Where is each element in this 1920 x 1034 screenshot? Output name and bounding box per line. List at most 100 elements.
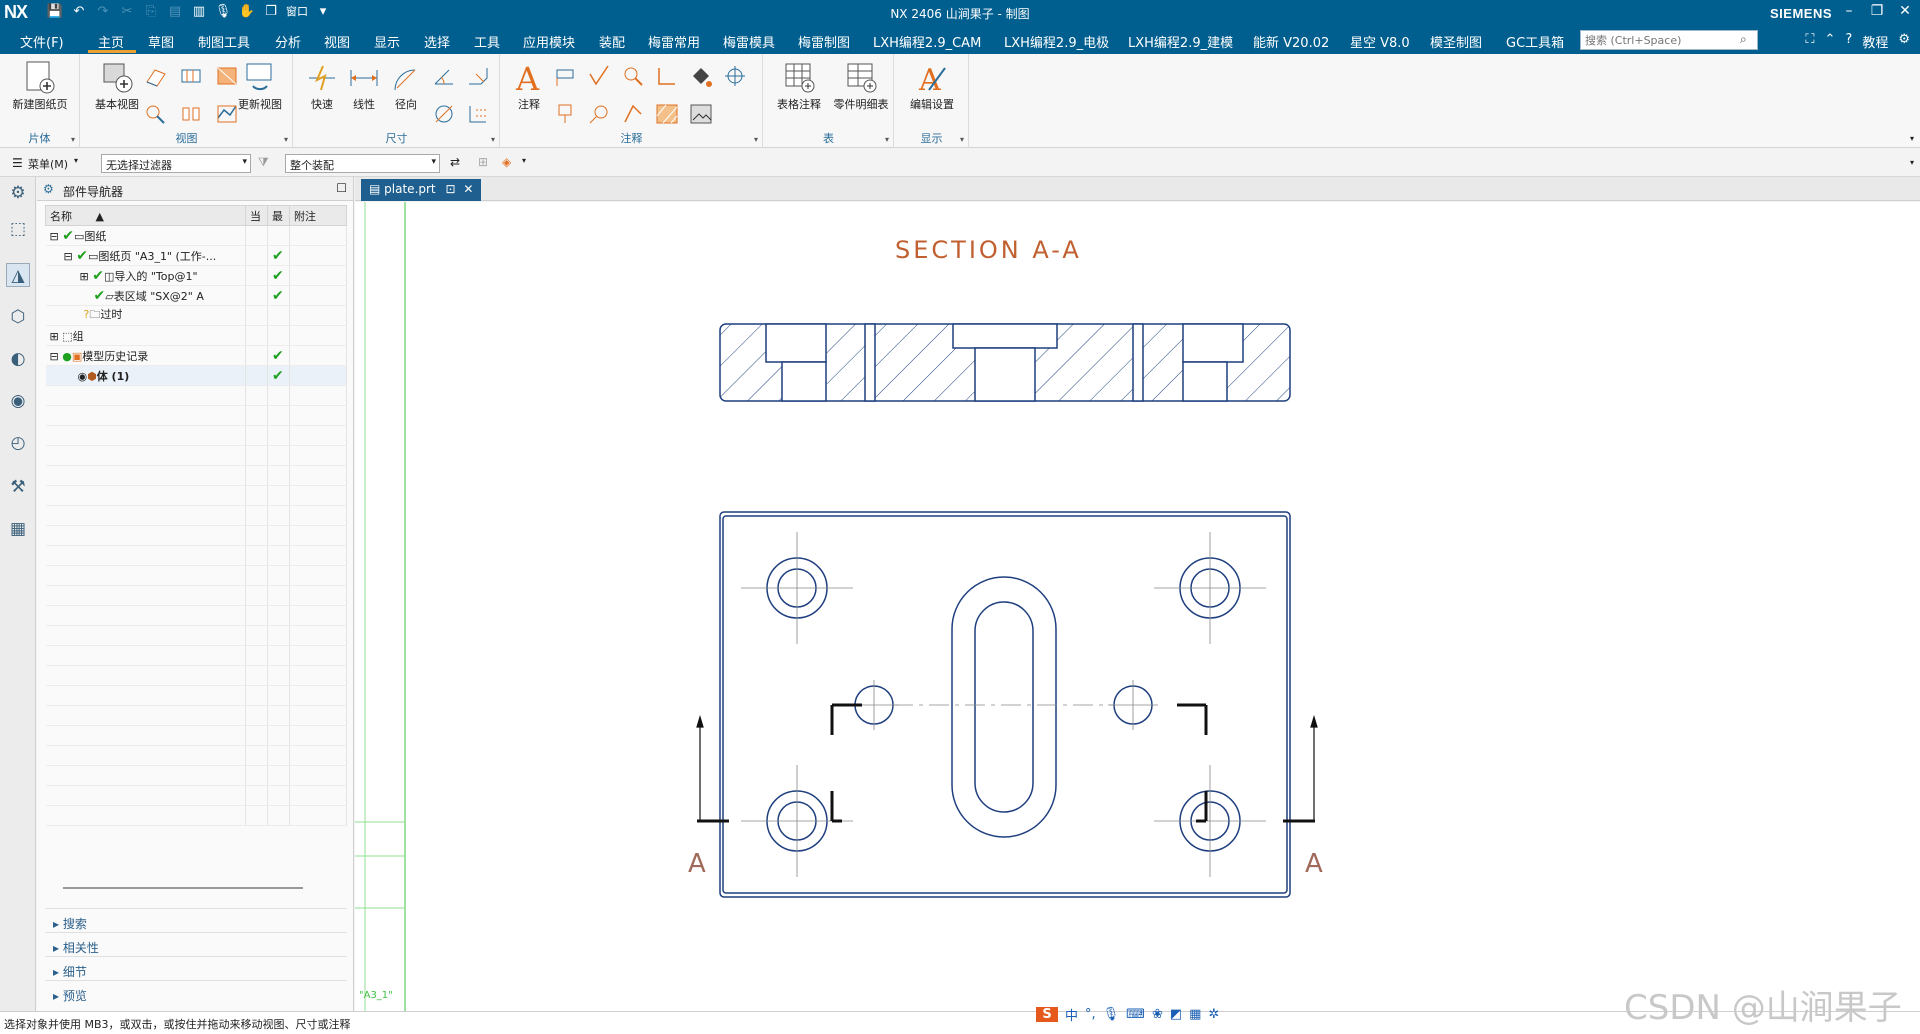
menu-file[interactable]: 文件(F) bbox=[20, 32, 64, 51]
restore-icon[interactable]: ❐ bbox=[1870, 3, 1884, 19]
chevron-down-icon[interactable]: ▾ bbox=[74, 156, 78, 165]
menu-xingkong[interactable]: 星空 V8.0 bbox=[1350, 32, 1410, 51]
reuse-library-icon[interactable]: ⬡ bbox=[6, 305, 30, 329]
tab-close-icon[interactable]: ✕ bbox=[463, 182, 473, 196]
datum-target-icon[interactable] bbox=[655, 64, 679, 88]
col-current[interactable]: 当 bbox=[245, 205, 268, 226]
menu-drafting-tools[interactable]: 制图工具 bbox=[198, 32, 250, 51]
chevron-down-icon[interactable]: ▾ bbox=[754, 135, 758, 144]
intersection-symbol-icon[interactable] bbox=[621, 102, 645, 126]
maximize-icon[interactable]: ☐ bbox=[336, 181, 347, 195]
edit-settings-button[interactable]: A 编辑设置 bbox=[899, 60, 965, 112]
part-navigator-icon[interactable]: ◮ bbox=[6, 263, 30, 287]
close-icon[interactable]: ✕ bbox=[1898, 3, 1912, 19]
tab-plate-prt[interactable]: ▤ plate.prt ⊡ ✕ bbox=[361, 179, 482, 201]
roles-icon[interactable]: ▦ bbox=[6, 517, 30, 541]
projected-view-icon[interactable] bbox=[143, 64, 167, 88]
table-note-button[interactable]: 表格注释 bbox=[770, 60, 828, 112]
process-studio-icon[interactable]: ⚒ bbox=[6, 475, 30, 499]
tree-row[interactable]: ⊟ ✔▭图纸页 "A3_1" (工作-... ✔ bbox=[45, 245, 347, 266]
chevron-down-icon[interactable]: ▾ bbox=[284, 135, 288, 144]
collapse-ribbon-icon[interactable]: ⌃ bbox=[1825, 32, 1836, 51]
punctuation-icon[interactable]: °, bbox=[1085, 1007, 1096, 1022]
menu-gc-toolbox[interactable]: GC工具箱 bbox=[1506, 32, 1564, 51]
menu-button[interactable]: 菜单(M) bbox=[28, 156, 68, 172]
menu-assembly[interactable]: 装配 bbox=[599, 32, 625, 51]
settings-icon[interactable]: ⚙ bbox=[1898, 32, 1910, 51]
drawing-sheet[interactable]: "A3_1" SECTION A-A A A bbox=[355, 202, 1920, 1011]
tutorial-link[interactable]: 教程 bbox=[1862, 32, 1888, 51]
col-name[interactable]: 名称 ▲ bbox=[45, 205, 246, 226]
weld-symbol-icon[interactable] bbox=[621, 64, 645, 88]
thickness-dimension-icon[interactable] bbox=[432, 102, 456, 126]
command-search-input[interactable] bbox=[1580, 30, 1758, 50]
datum-feature-icon[interactable] bbox=[553, 102, 577, 126]
section-preview[interactable]: ▸ 预览 bbox=[45, 980, 347, 1004]
angular-dimension-icon[interactable] bbox=[432, 64, 456, 88]
web-browser-icon[interactable]: ◉ bbox=[6, 389, 30, 413]
tree-row[interactable]: ✔▱表区域 "SX@2" A ✔ bbox=[45, 285, 347, 306]
menu-meilei-mold[interactable]: 梅雷模具 bbox=[723, 32, 775, 51]
feature-control-frame-icon[interactable] bbox=[553, 64, 577, 88]
parts-list-button[interactable]: 零件明细表 bbox=[830, 60, 892, 112]
chamfer-dimension-icon[interactable] bbox=[466, 64, 490, 88]
search-icon[interactable]: ⌕ bbox=[1740, 32, 1747, 47]
minimize-icon[interactable]: – bbox=[1842, 3, 1856, 19]
game-icon[interactable]: ◩ bbox=[1170, 1007, 1182, 1022]
toolbox-icon[interactable]: ▦ bbox=[1189, 1007, 1201, 1022]
menu-meilei-common[interactable]: 梅雷常用 bbox=[648, 32, 700, 51]
menu-display[interactable]: 显示 bbox=[374, 32, 400, 51]
menu-mosheng-drafting[interactable]: 模圣制图 bbox=[1430, 32, 1482, 51]
menu-analysis[interactable]: 分析 bbox=[275, 32, 301, 51]
surface-finish-icon[interactable] bbox=[587, 64, 611, 88]
tab-pin-icon[interactable]: ⊡ bbox=[445, 182, 455, 196]
rapid-dimension-button[interactable]: 快速 bbox=[302, 60, 342, 112]
menu-tools[interactable]: 工具 bbox=[474, 32, 500, 51]
menu-hamburger-icon[interactable]: ☰ bbox=[12, 156, 23, 170]
menu-meilei-drafting[interactable]: 梅雷制图 bbox=[798, 32, 850, 51]
ime-language[interactable]: 中 bbox=[1065, 1005, 1078, 1024]
radial-dimension-button[interactable]: 径向 bbox=[386, 60, 426, 112]
new-sheet-button[interactable]: 新建图纸页 bbox=[6, 60, 74, 112]
center-mark-icon[interactable] bbox=[723, 64, 747, 88]
horizontal-scrollbar[interactable] bbox=[63, 887, 303, 889]
filter-icon[interactable]: ⧩ bbox=[258, 155, 269, 170]
tree-row[interactable]: ◉⬢体 (1) ✔ bbox=[45, 365, 347, 386]
ordinate-dimension-icon[interactable] bbox=[466, 102, 490, 126]
chevron-down-icon[interactable]: ▾ bbox=[885, 135, 889, 144]
sogou-ime-icon[interactable]: S bbox=[1036, 1007, 1058, 1022]
hd3d-tools-icon[interactable]: ◐ bbox=[6, 347, 30, 371]
snap-point-icon[interactable]: ◈ bbox=[502, 155, 511, 169]
menu-nengxin[interactable]: 能新 V20.02 bbox=[1253, 32, 1329, 51]
update-view-button[interactable]: 更新视图 bbox=[229, 60, 291, 112]
linear-dimension-button[interactable]: 线性 bbox=[344, 60, 384, 112]
section-details[interactable]: ▸ 细节 bbox=[45, 956, 347, 980]
col-latest[interactable]: 最 bbox=[267, 205, 290, 226]
section-dependencies[interactable]: ▸ 相关性 bbox=[45, 932, 347, 956]
menu-lxh-cam[interactable]: LXH编程2.9_CAM bbox=[873, 32, 981, 51]
section-search[interactable]: ▸ 搜索 bbox=[45, 908, 347, 932]
break-out-view-icon[interactable] bbox=[179, 102, 203, 126]
voice-input-icon[interactable]: 🎙 bbox=[1103, 1007, 1120, 1022]
tree-row[interactable]: ?🗀过时 bbox=[45, 305, 347, 326]
chevron-down-icon[interactable]: ▾ bbox=[491, 135, 495, 144]
menu-sketch[interactable]: 草图 bbox=[148, 32, 174, 51]
keyboard-icon[interactable]: ⌨ bbox=[1126, 1007, 1145, 1022]
graphics-window[interactable]: "A3_1" SECTION A-A A A bbox=[355, 202, 1920, 1011]
hatch-icon[interactable] bbox=[655, 102, 679, 126]
chevron-down-icon[interactable]: ▾ bbox=[522, 156, 526, 165]
help-icon[interactable]: ? bbox=[1845, 32, 1852, 51]
broken-view-icon[interactable] bbox=[143, 102, 167, 126]
menu-lxh-modeling[interactable]: LXH编程2.9_建模 bbox=[1128, 32, 1233, 51]
note-button[interactable]: A 注释 bbox=[509, 60, 549, 112]
menu-home[interactable]: 主页 bbox=[98, 32, 124, 51]
assembly-navigator-icon[interactable]: ⬚ bbox=[6, 217, 30, 241]
settings-icon[interactable]: ⚙ bbox=[6, 181, 30, 205]
general-selection-icon[interactable]: ⇄ bbox=[450, 155, 460, 169]
skin-icon[interactable]: ❀ bbox=[1152, 1007, 1163, 1022]
menu-view[interactable]: 视图 bbox=[324, 32, 350, 51]
col-note[interactable]: 附注 bbox=[289, 205, 347, 226]
fullscreen-icon[interactable]: ⛶ bbox=[1805, 32, 1814, 51]
history-icon[interactable]: ◴ bbox=[6, 431, 30, 455]
menu-lxh-electrode[interactable]: LXH编程2.9_电极 bbox=[1004, 32, 1109, 51]
